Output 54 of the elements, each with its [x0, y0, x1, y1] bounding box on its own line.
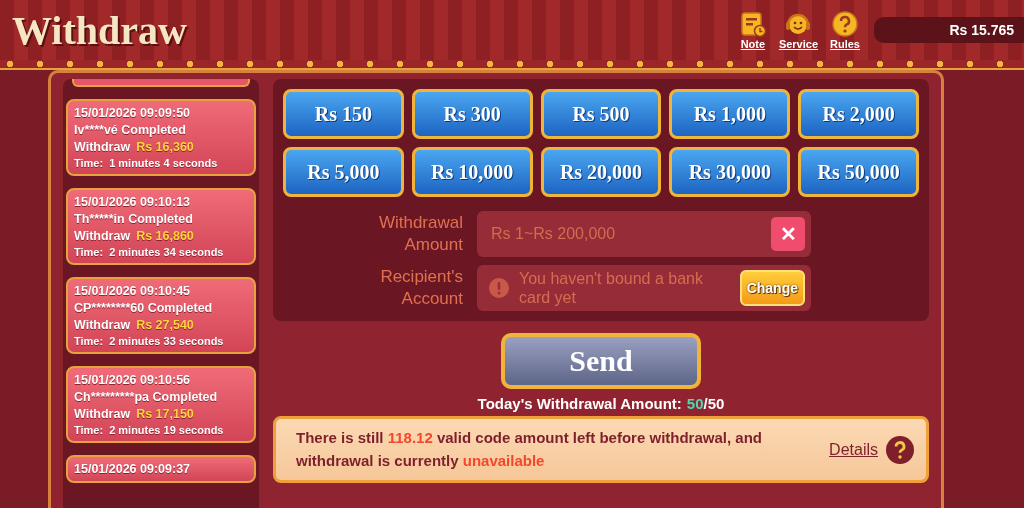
record-date: 15/01/2026 09:10:45: [74, 284, 192, 298]
record-date: 15/01/2026 09:09:37: [74, 462, 192, 476]
record-action: Withdraw: [74, 318, 131, 332]
record-action: Withdraw: [74, 407, 131, 421]
amount-button[interactable]: Rs 300: [411, 89, 533, 139]
amount-button[interactable]: Rs 30,000: [669, 147, 791, 197]
record-amount: Rs 17,150: [136, 407, 194, 421]
record-date: 15/01/2026 09:10:13: [74, 195, 192, 209]
field-label: Withdrawal Amount: [377, 211, 463, 256]
service-link[interactable]: Service: [778, 10, 819, 50]
time-label: Time:: [74, 335, 104, 347]
account-message: You haven't bound a bank card yet: [519, 268, 704, 308]
amount-button[interactable]: Rs 5,000: [283, 147, 404, 197]
time-label: Time:: [74, 246, 104, 258]
warning-icon: [489, 278, 509, 298]
help-icon: [831, 10, 859, 38]
record-amount: Rs 16,860: [136, 229, 194, 243]
send-button[interactable]: Send: [501, 333, 701, 389]
amount-button[interactable]: Rs 150: [283, 89, 404, 139]
time-label: Time:: [74, 157, 104, 169]
record-duration: 2 minutes 33 seconds: [109, 335, 224, 347]
record-amount: Rs 27,540: [136, 318, 194, 332]
amount-button[interactable]: Rs 50,000: [798, 147, 919, 197]
record-user: Ch*********pa Completed: [74, 390, 219, 404]
page-title: Withdraw: [12, 6, 187, 54]
record-date: 15/01/2026 09:09:50: [74, 106, 192, 120]
record-action: Withdraw: [74, 140, 131, 154]
record-user: Th*****in Completed: [74, 212, 194, 226]
record-duration: 2 minutes 34 seconds: [109, 246, 224, 258]
time-label: Time:: [74, 424, 104, 436]
notice-text: There is still 118.12 valid code amount left before withdrawal, and withdrawal is currently unavailable: [296, 428, 763, 471]
amount-button[interactable]: Rs 2,000: [798, 89, 919, 139]
amount-button[interactable]: Rs 500: [540, 89, 662, 139]
note-icon: [738, 10, 767, 38]
today-count: 50/50: [686, 395, 725, 412]
record-date: 15/01/2026 09:10:56: [74, 373, 192, 387]
record-user: CP********60 Completed: [74, 301, 214, 315]
record-duration: 1 minutes 4 seconds: [109, 157, 218, 169]
note-link[interactable]: Note: [738, 10, 767, 50]
record-amount: Rs 16,360: [136, 140, 194, 154]
field-label: Recipient's Account: [379, 265, 463, 310]
amount-button[interactable]: Rs 20,000: [540, 147, 662, 197]
rules-link[interactable]: Rules: [830, 10, 860, 50]
record-action: Withdraw: [74, 229, 131, 243]
record-duration: 2 minutes 19 seconds: [109, 424, 224, 436]
record-user: Iv****vé Completed: [74, 123, 187, 137]
amount-input-field[interactable]: Rs 1~Rs 200,000 ✕: [477, 211, 811, 257]
clear-button[interactable]: ✕: [771, 217, 805, 251]
amount-button[interactable]: Rs 10,000: [411, 147, 533, 197]
help-icon[interactable]: [886, 435, 914, 464]
today-label: Today's Withdrawal Amount:: [477, 395, 682, 412]
amount-button[interactable]: Rs 1,000: [669, 89, 791, 139]
balance-display: Rs 15.765: [874, 17, 1024, 43]
details-link[interactable]: Details: [829, 440, 878, 459]
